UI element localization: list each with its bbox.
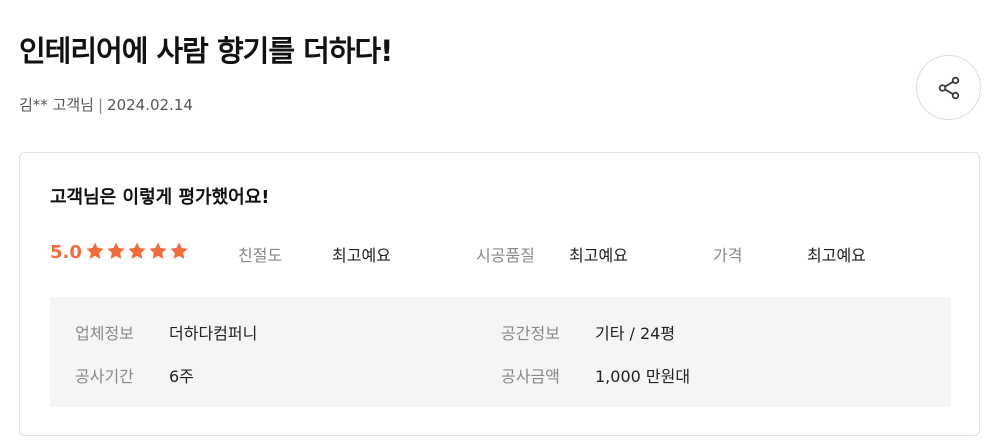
meta-separator: | <box>97 96 104 114</box>
company-value: 더하다컴퍼니 <box>169 324 258 343</box>
period-value: 6주 <box>169 367 194 386</box>
star-rating <box>85 241 189 261</box>
evaluation-heading: 고객님은 이렇게 평가했어요! <box>50 187 270 208</box>
share-icon <box>938 76 959 99</box>
star-icon <box>149 242 167 259</box>
share-button[interactable] <box>916 55 981 120</box>
star-icon <box>107 242 125 259</box>
construction-info-box: 업체정보 더하다컴퍼니 공간정보 기타 / 24평 공사기간 6주 공사금액 1… <box>50 297 951 407</box>
rating-label-quality: 시공품질 <box>476 246 535 265</box>
amount-label: 공사금액 <box>501 367 560 386</box>
star-icon <box>170 242 188 259</box>
company-label: 업체정보 <box>75 324 134 343</box>
period-label: 공사기간 <box>75 367 134 386</box>
star-icon <box>86 242 104 259</box>
review-date: 2024.02.14 <box>107 96 193 114</box>
evaluation-card: 고객님은 이렇게 평가했어요! 5.0 친절도 최고예요 시공품질 최고예요 가… <box>19 152 980 436</box>
rating-value-kindness: 최고예요 <box>332 246 391 265</box>
rating-label-price: 가격 <box>713 246 743 265</box>
rating-value-price: 최고예요 <box>807 246 866 265</box>
amount-value: 1,000 만원대 <box>595 367 691 386</box>
rating-label-kindness: 친절도 <box>238 246 283 265</box>
review-title: 인테리어에 사람 향기를 더하다! <box>19 34 393 68</box>
space-label: 공간정보 <box>501 324 560 343</box>
space-value: 기타 / 24평 <box>595 324 676 343</box>
rating-score: 5.0 <box>50 242 82 263</box>
review-author: 김** 고객님 <box>19 96 94 114</box>
review-meta: 김** 고객님 | 2024.02.14 <box>19 94 193 115</box>
rating-value-quality: 최고예요 <box>569 246 628 265</box>
star-icon <box>128 242 146 259</box>
